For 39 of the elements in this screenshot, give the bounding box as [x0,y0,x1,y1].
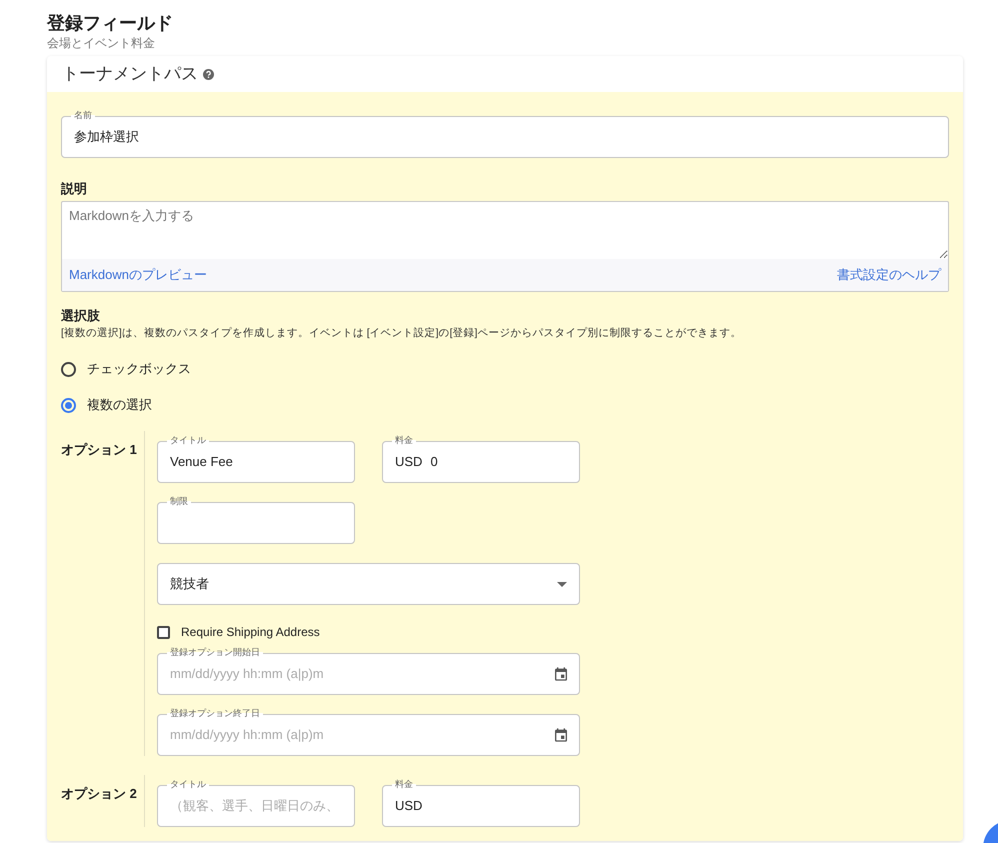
radio-button[interactable] [61,398,76,412]
audience-select[interactable]: 競技者 [157,563,580,605]
field-label: 登録オプション終了日 [167,707,263,719]
currency-label: USD [394,453,422,472]
dropdown-caret-icon [557,582,567,586]
markdown-editor[interactable]: Markdownを入力する Markdownのプレビュー 書式設定のヘルプ [61,201,949,292]
text-input[interactable]: Venue Fee [158,452,354,472]
checkbox[interactable] [157,626,170,638]
radio-option[interactable]: チェックボックス [61,359,949,379]
preview-link[interactable]: Markdownのプレビュー [69,265,207,285]
field-label: 料金 [392,434,416,446]
currency-label: USD [394,797,422,816]
help-icon[interactable] [203,68,214,80]
section-label: 選択肢 [61,307,101,325]
option-label: オプション 2 [61,785,138,803]
page-title: 登録フィールド [47,12,174,34]
calendar-icon[interactable] [553,666,569,682]
field-label: 登録オプション開始日 [167,646,263,658]
field-label: タイトル [167,778,209,790]
help-link[interactable]: 書式設定のヘルプ [837,265,941,285]
radio-option[interactable]: 複数の選択 [61,395,949,415]
page-subtitle: 会場とイベント料金 [47,35,156,52]
text-input[interactable]: （観客、選手、日曜日のみ、 [158,796,354,816]
field-label: 料金 [392,778,416,790]
text-input[interactable]: mm/dd/yyyy hh:mm (a|p)m [158,725,553,745]
markdown-input[interactable]: Markdownを入力する [62,202,948,259]
text-input[interactable]: 0 [422,452,579,472]
checkbox-option[interactable]: Require Shipping Address [157,623,580,641]
calendar-icon[interactable] [553,727,569,743]
field-label: 名前 [71,109,95,121]
card-title: トーナメントパス [62,63,198,86]
text-input[interactable]: 参加枠選択 [62,127,948,147]
field-label: 制限 [167,495,191,507]
text-input[interactable]: mm/dd/yyyy hh:mm (a|p)m [158,664,553,684]
section-label: 説明 [61,180,88,198]
field-label: タイトル [167,434,209,446]
option-label: オプション 1 [61,441,138,459]
choices-note: [複数の選択]は、複数のパスタイプを作成します。イベントは [イベント設定]の[登録]ページからパスタイプ別に制限することができます。 [61,326,742,341]
radio-button[interactable] [61,362,76,376]
